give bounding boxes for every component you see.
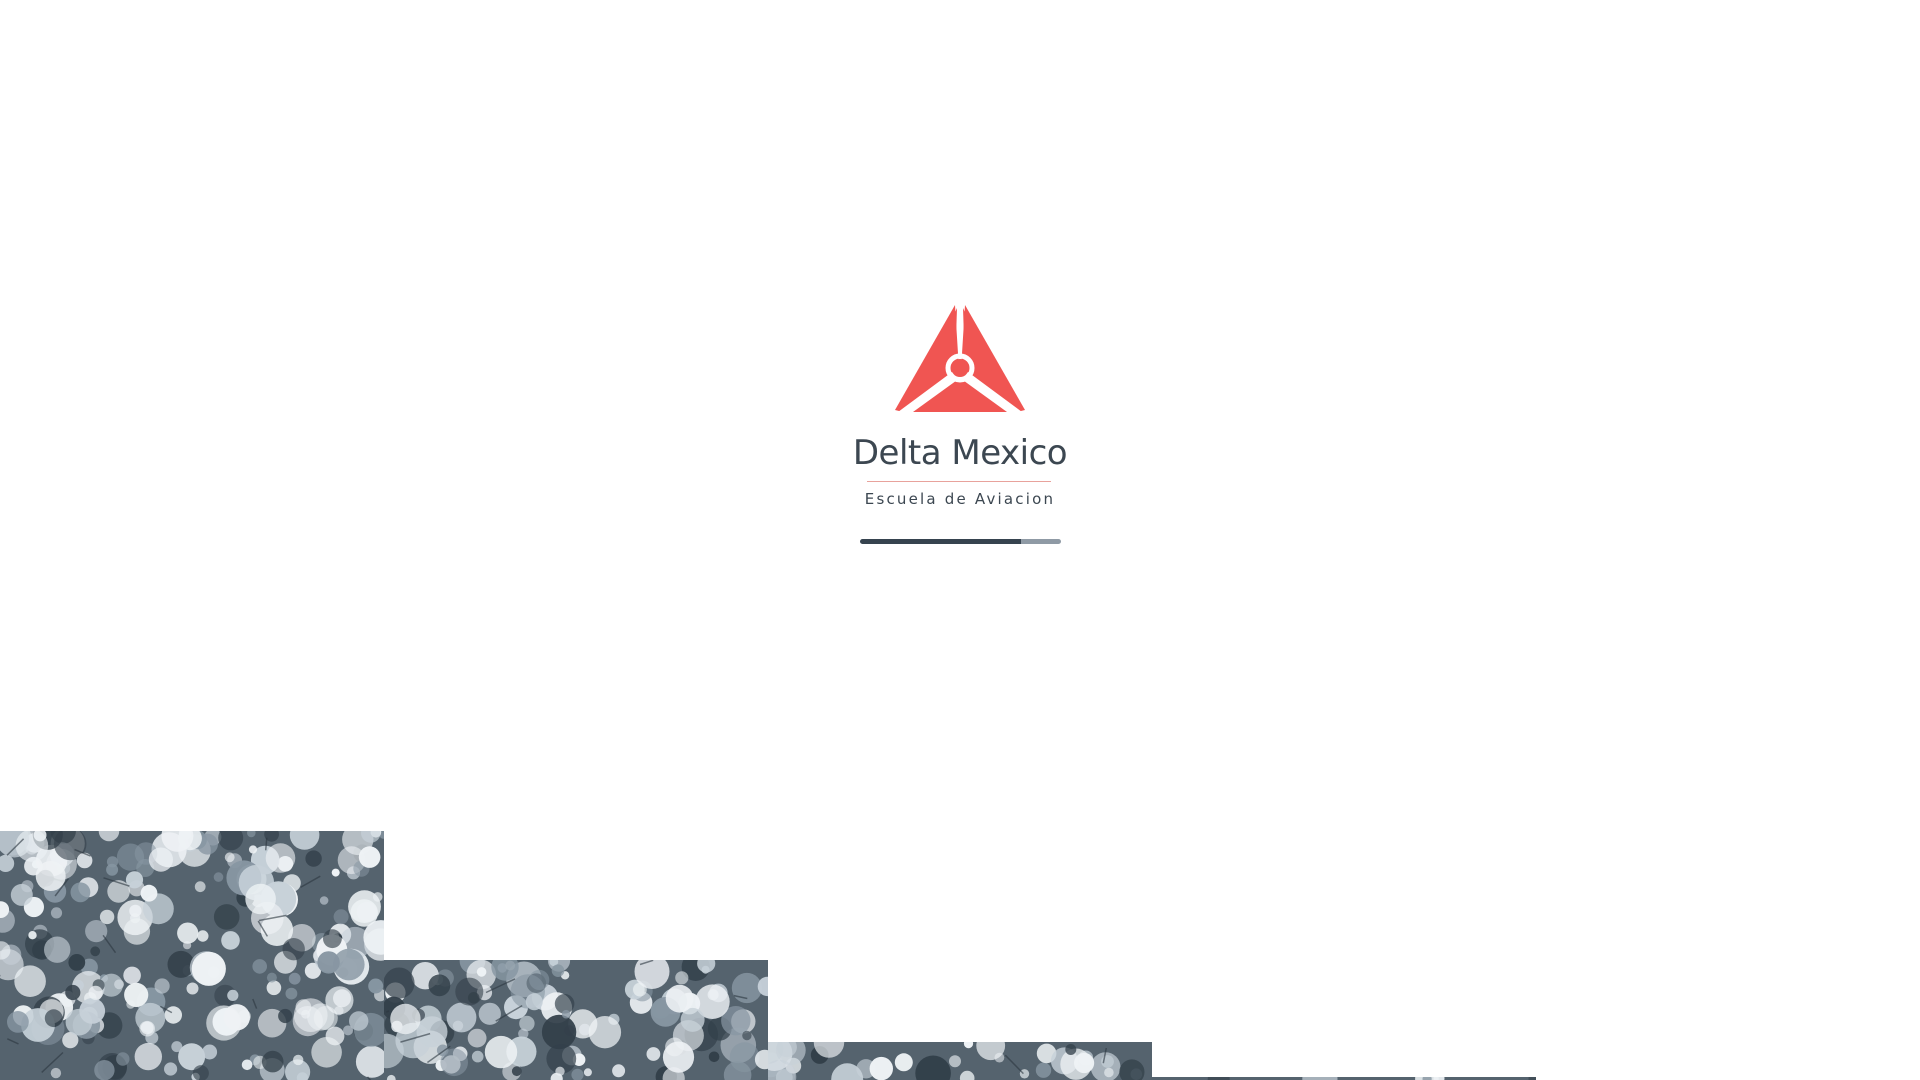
loading-progress-bar bbox=[860, 539, 1061, 544]
brand-tagline: Escuela de Aviacion bbox=[864, 490, 1056, 508]
snowy-forest-image bbox=[768, 1042, 1152, 1080]
loading-screen: Delta Mexico Escuela de Aviacion bbox=[0, 0, 1920, 1080]
brand-name: Delta Mexico bbox=[852, 433, 1068, 473]
snowy-forest-image bbox=[384, 960, 768, 1080]
forest-photo-tile bbox=[384, 960, 768, 1080]
delta-propeller-logo-icon bbox=[895, 300, 1025, 415]
brand-divider bbox=[867, 481, 1051, 482]
forest-photo-tile bbox=[768, 1042, 1152, 1080]
snowy-forest-image bbox=[0, 831, 384, 1080]
forest-photo-tile bbox=[0, 831, 384, 1080]
loading-progress-fill bbox=[860, 539, 1021, 544]
